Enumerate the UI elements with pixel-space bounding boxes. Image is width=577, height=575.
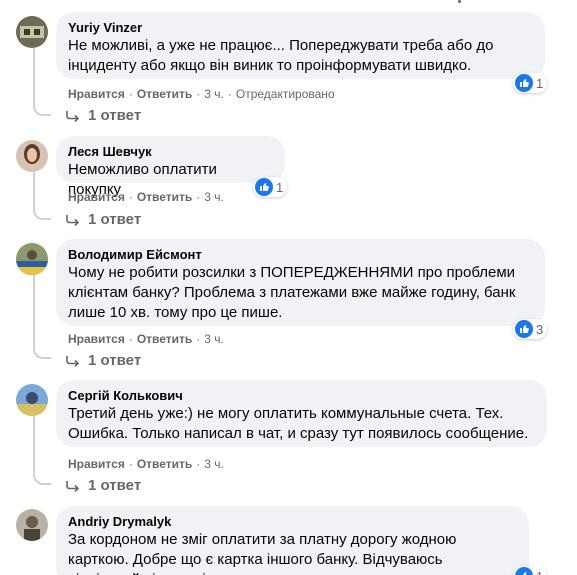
thread-line bbox=[33, 275, 35, 351]
replies-count: 1 ответ bbox=[88, 211, 142, 228]
comment-author[interactable]: Yuriy Vinzer bbox=[68, 20, 533, 36]
comment-bubble: Andriy Drymalyk За кордоном не зміг опла… bbox=[56, 506, 529, 575]
thread-line bbox=[33, 48, 35, 108]
reply-button[interactable]: Ответить bbox=[137, 332, 192, 346]
reply-arrow-icon bbox=[66, 355, 80, 367]
reply-arrow-icon bbox=[66, 110, 80, 122]
reaction-number: 1 bbox=[536, 569, 543, 575]
thread-connector bbox=[33, 206, 51, 220]
replies-count: 1 ответ bbox=[88, 477, 142, 494]
reply-arrow-icon bbox=[66, 214, 80, 226]
view-replies-link[interactable]: 1 ответ bbox=[66, 107, 141, 124]
like-icon bbox=[515, 74, 533, 92]
avatar[interactable] bbox=[16, 243, 48, 275]
like-button[interactable]: Нравится bbox=[68, 457, 125, 471]
view-replies-link[interactable]: 1 ответ bbox=[66, 477, 141, 494]
timestamp[interactable]: 3 ч. bbox=[204, 87, 224, 101]
comment-text: Чому не робити розсилки з ПОПЕРЕДЖЕННЯМИ… bbox=[68, 264, 516, 321]
reaction-number: 1 bbox=[536, 75, 544, 91]
comment-actions: Нравится · Ответить · 3 ч. bbox=[68, 332, 224, 346]
comment-text: Не можливі, а уже не працює... Попереджу… bbox=[68, 37, 494, 74]
timestamp[interactable]: 3 ч. bbox=[204, 457, 224, 471]
reply-arrow-icon bbox=[66, 480, 80, 492]
view-replies-link[interactable]: 1 ответ bbox=[66, 352, 141, 369]
comment-author[interactable]: Andriy Drymalyk bbox=[68, 514, 517, 530]
comment-author[interactable]: Леся Шевчук bbox=[68, 144, 273, 160]
reply-button[interactable]: Ответить bbox=[137, 190, 192, 204]
reaction-count[interactable]: 1 bbox=[513, 73, 548, 93]
comment-bubble: Yuriy Vinzer Не можливі, а уже не працює… bbox=[56, 12, 545, 79]
comment-bubble: Леся Шевчук Неможливо оплатити покупку bbox=[56, 136, 285, 198]
comments-feed: Yuriy Vinzer Не можливі, а уже не працює… bbox=[0, 0, 577, 575]
like-button[interactable]: Нравится bbox=[68, 332, 125, 346]
dot-separator bbox=[458, 0, 461, 3]
reaction-number: 1 bbox=[276, 179, 284, 195]
comment-actions: Нравится · Ответить · 3 ч. bbox=[68, 457, 224, 471]
reply-button[interactable]: Ответить bbox=[137, 87, 192, 101]
avatar[interactable] bbox=[16, 140, 48, 172]
avatar[interactable] bbox=[16, 509, 48, 541]
comment-author[interactable]: Володимир Ейсмонт bbox=[68, 247, 533, 263]
reaction-count[interactable]: 3 bbox=[513, 319, 548, 339]
timestamp[interactable]: 3 ч. bbox=[204, 332, 224, 346]
replies-count: 1 ответ bbox=[88, 107, 142, 124]
reaction-number: 3 bbox=[536, 321, 544, 337]
comment-actions: Нравится · Ответить · 3 ч. · Отредактировано bbox=[68, 87, 335, 101]
replies-count: 1 ответ bbox=[88, 352, 142, 369]
comment-text: Третий день уже:) не могу оплатить комму… bbox=[68, 405, 529, 442]
avatar[interactable] bbox=[16, 384, 48, 416]
thread-connector bbox=[33, 345, 51, 359]
comment-bubble: Володимир Ейсмонт Чому не робити розсилк… bbox=[56, 239, 545, 326]
thread-connector bbox=[33, 471, 51, 485]
like-icon bbox=[515, 567, 533, 575]
timestamp[interactable]: 3 ч. bbox=[204, 190, 224, 204]
comment-text: За кордоном не зміг оплатити за платну д… bbox=[68, 531, 457, 575]
like-button[interactable]: Нравится bbox=[68, 87, 125, 101]
thread-line bbox=[33, 416, 35, 477]
comment-bubble: Сергій Колькович Третий день уже:) не мо… bbox=[56, 380, 547, 447]
comment-author[interactable]: Сергій Колькович bbox=[68, 388, 535, 404]
edited-label: Отредактировано bbox=[235, 87, 335, 101]
like-button[interactable]: Нравится bbox=[68, 190, 125, 204]
reaction-count[interactable]: 1 bbox=[253, 177, 288, 197]
comment-actions: Нравится · Ответить · 3 ч. bbox=[68, 190, 224, 204]
thread-connector bbox=[33, 102, 51, 116]
like-icon bbox=[255, 178, 273, 196]
view-replies-link[interactable]: 1 ответ bbox=[66, 211, 141, 228]
reply-button[interactable]: Ответить bbox=[137, 457, 192, 471]
like-icon bbox=[515, 320, 533, 338]
avatar[interactable] bbox=[16, 16, 48, 48]
reaction-count[interactable]: 1 bbox=[513, 566, 548, 575]
